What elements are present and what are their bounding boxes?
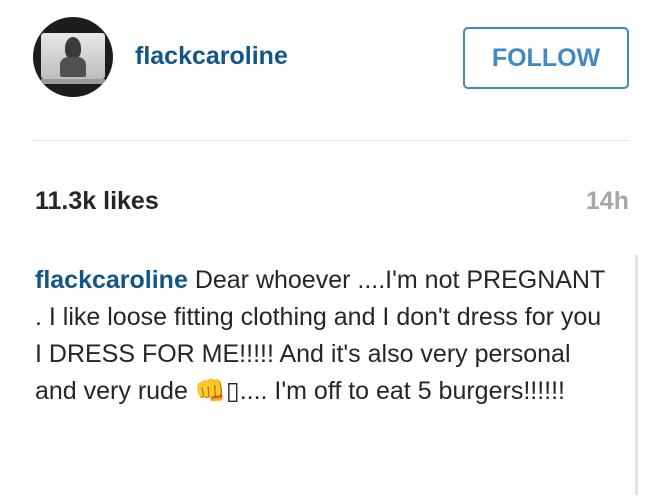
avatar-photo-body [60,57,86,77]
caption-author-link[interactable]: flackcaroline [35,266,188,294]
avatar[interactable] [33,17,113,97]
likes-count[interactable]: 11.3k likes [35,187,159,216]
scrollbar[interactable] [635,255,638,495]
divider [33,140,629,141]
avatar-photo-head [65,37,81,59]
username-link[interactable]: flackcaroline [135,42,288,71]
post-timestamp[interactable]: 14h [586,187,629,216]
post-header: flackcaroline FOLLOW [0,0,650,120]
avatar-photo-bar [41,79,105,84]
post-caption: flackcaroline Dear whoever ....I'm not P… [35,262,615,410]
follow-button[interactable]: FOLLOW [463,27,629,89]
